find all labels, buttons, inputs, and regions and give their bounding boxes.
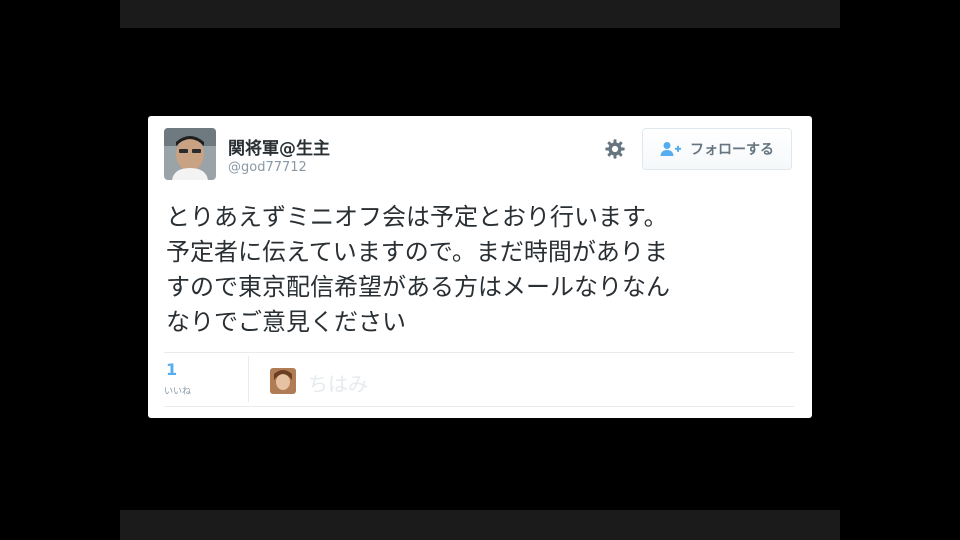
avatar-photo-icon bbox=[164, 128, 216, 180]
user-display-name[interactable]: 関将軍@生主 bbox=[228, 134, 330, 159]
liker-photo-icon bbox=[270, 368, 296, 394]
letterbox-bottom bbox=[120, 510, 840, 540]
tweet-text: とりあえずミニオフ会は予定とおり行います。 予定者に伝えていますので。まだ時間が… bbox=[166, 200, 796, 340]
stats-divider-top bbox=[164, 352, 794, 353]
gear-icon[interactable] bbox=[604, 138, 626, 160]
user-avatar[interactable] bbox=[164, 128, 216, 180]
liker-avatar[interactable] bbox=[270, 368, 296, 394]
stats-divider-vertical bbox=[248, 356, 249, 402]
like-count[interactable]: 1 bbox=[166, 360, 177, 379]
tweet-card: 関将軍@生主 @god77712 フォローする とりあえずミニオフ会は予定とおり… bbox=[148, 116, 812, 418]
follow-button-label: フォローする bbox=[690, 142, 774, 158]
like-label[interactable]: いいね bbox=[164, 384, 191, 397]
tweet-text-line: とりあえずミニオフ会は予定とおり行います。 bbox=[166, 203, 668, 231]
follow-button[interactable]: フォローする bbox=[642, 128, 792, 170]
stats-divider-bottom bbox=[164, 406, 794, 407]
video-frame: 関将軍@生主 @god77712 フォローする とりあえずミニオフ会は予定とおり… bbox=[0, 0, 960, 540]
person-plus-icon bbox=[660, 141, 682, 157]
tweet-text-line: なりでご意見ください bbox=[166, 308, 406, 336]
user-handle[interactable]: @god77712 bbox=[228, 160, 307, 175]
letterbox-top bbox=[120, 0, 840, 28]
liker-name[interactable]: ちはみ bbox=[308, 368, 368, 397]
tweet-text-line: 予定者に伝えていますので。まだ時間がありま bbox=[166, 238, 668, 266]
tweet-text-line: すので東京配信希望がある方はメールなりなん bbox=[166, 273, 670, 301]
